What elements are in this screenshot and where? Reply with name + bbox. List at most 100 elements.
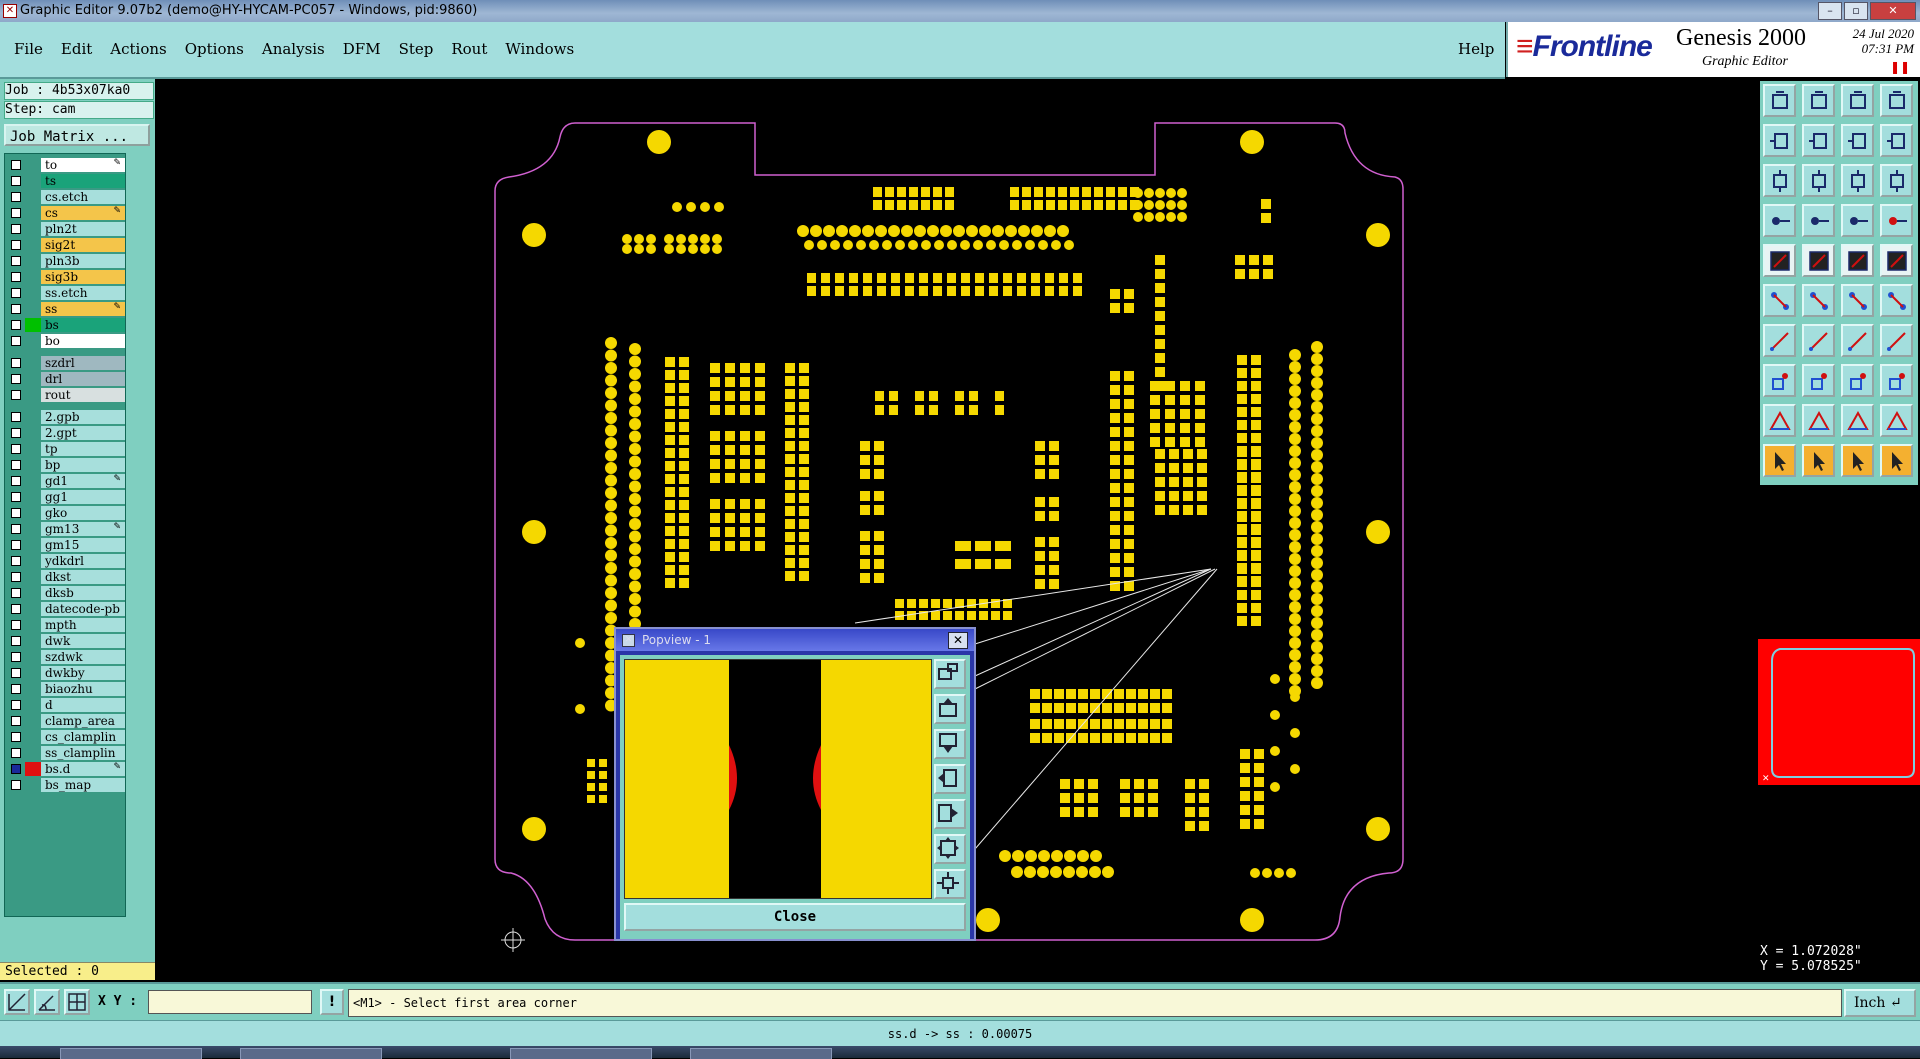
tool-line2-icon[interactable] <box>1802 324 1835 357</box>
layer-checkbox[interactable] <box>11 336 21 346</box>
menu-dfm[interactable]: DFM <box>343 40 381 58</box>
layer-checkbox[interactable] <box>11 684 21 694</box>
tool-delete-icon[interactable] <box>1802 284 1835 317</box>
popview-pan-down-button[interactable] <box>934 729 966 759</box>
layer-checkbox[interactable] <box>11 652 21 662</box>
layer-name[interactable]: pln3b <box>41 254 125 268</box>
layer-row[interactable]: mpth <box>5 618 125 632</box>
layer-name[interactable]: cs.etch <box>41 190 125 204</box>
layer-checkbox[interactable] <box>11 224 21 234</box>
layer-checkbox[interactable] <box>11 428 21 438</box>
tool-text-icon[interactable] <box>1802 404 1835 437</box>
layer-name[interactable]: sig2t <box>41 238 125 252</box>
tool-link-icon[interactable] <box>1880 284 1913 317</box>
layer-checkbox[interactable] <box>11 604 21 614</box>
popview-close-icon[interactable]: ✕ <box>948 632 968 649</box>
layer-checkbox[interactable] <box>11 764 21 774</box>
menu-windows[interactable]: Windows <box>505 40 574 58</box>
layer-name[interactable]: gg1 <box>41 490 125 504</box>
layer-checkbox[interactable] <box>11 256 21 266</box>
tool-resize-icon[interactable] <box>1841 364 1874 397</box>
layer-name[interactable]: gm13 <box>41 522 125 536</box>
layer-name[interactable]: drl <box>41 372 125 386</box>
layer-name[interactable]: d <box>41 698 125 712</box>
layer-checkbox[interactable] <box>11 780 21 790</box>
layer-checkbox[interactable] <box>11 556 21 566</box>
layer-name[interactable]: tp <box>41 442 125 456</box>
tool-redo-icon[interactable] <box>1802 124 1835 157</box>
layer-row[interactable]: gm13 ✎ <box>5 522 125 536</box>
layer-name[interactable]: sig3b <box>41 270 125 284</box>
tool-surface-icon[interactable] <box>1841 404 1874 437</box>
menu-options[interactable]: Options <box>185 40 244 58</box>
layer-row[interactable]: 2.gpb <box>5 410 125 424</box>
layer-name[interactable]: bs_map <box>41 778 125 792</box>
layer-row[interactable]: bs_map <box>5 778 125 792</box>
layer-checkbox[interactable] <box>11 716 21 726</box>
layer-checkbox[interactable] <box>11 508 21 518</box>
tool-route-icon[interactable] <box>1880 444 1913 477</box>
layer-checkbox[interactable] <box>11 492 21 502</box>
layer-row[interactable]: drl <box>5 372 125 386</box>
layer-row[interactable]: pln3b <box>5 254 125 268</box>
layer-name[interactable]: ts <box>41 174 125 188</box>
layer-checkbox[interactable] <box>11 288 21 298</box>
layer-name[interactable]: dkst <box>41 570 125 584</box>
tool-pointer-move-icon[interactable] <box>1802 444 1835 477</box>
tool-home-icon[interactable] <box>1841 84 1874 117</box>
layer-row[interactable]: sig2t <box>5 238 125 252</box>
tool-contour-icon[interactable] <box>1880 404 1913 437</box>
layer-row[interactable]: to ✎ <box>5 158 125 172</box>
layer-row[interactable]: gko <box>5 506 125 520</box>
tool-probe-icon[interactable] <box>1802 204 1835 237</box>
layer-name[interactable]: dksb <box>41 586 125 600</box>
tool-dot-icon[interactable] <box>1880 244 1913 277</box>
layer-row[interactable]: datecode-pb <box>5 602 125 616</box>
layer-name[interactable]: clamp_area <box>41 714 125 728</box>
layer-checkbox[interactable] <box>11 620 21 630</box>
tool-layout-icon[interactable] <box>1880 84 1913 117</box>
layer-checkbox[interactable] <box>11 320 21 330</box>
tool-undo-icon[interactable] <box>1763 124 1796 157</box>
menu-file[interactable]: File <box>14 40 43 58</box>
tool-help-icon[interactable] <box>1880 164 1913 197</box>
job-matrix-button[interactable]: Job Matrix ... <box>4 124 150 146</box>
layer-checkbox[interactable] <box>11 668 21 678</box>
layer-checkbox[interactable] <box>11 444 21 454</box>
tool-swap-icon[interactable] <box>1841 124 1874 157</box>
layer-name[interactable]: 2.gpt <box>41 426 125 440</box>
tool-node-icon[interactable] <box>1763 284 1796 317</box>
minimize-icon[interactable]: – <box>1818 2 1842 20</box>
layer-row[interactable]: dwkby <box>5 666 125 680</box>
layer-row[interactable]: bp <box>5 458 125 472</box>
layer-checkbox[interactable] <box>11 524 21 534</box>
layer-name[interactable]: to <box>41 158 125 172</box>
layer-row[interactable]: ss.etch <box>5 286 125 300</box>
layer-name[interactable]: cs_clamplin <box>41 730 125 744</box>
tool-cut-icon[interactable] <box>1802 364 1835 397</box>
layer-row[interactable]: cs_clamplin <box>5 730 125 744</box>
layer-checkbox[interactable] <box>11 412 21 422</box>
snap-mode-button[interactable] <box>4 989 30 1015</box>
layer-checkbox[interactable] <box>11 748 21 758</box>
layer-row[interactable]: clamp_area <box>5 714 125 728</box>
layer-row[interactable]: ss ✎ <box>5 302 125 316</box>
layer-row[interactable]: biaozhu <box>5 682 125 696</box>
layer-checkbox[interactable] <box>11 390 21 400</box>
layer-row[interactable]: cs.etch <box>5 190 125 204</box>
layer-checkbox[interactable] <box>11 272 21 282</box>
tool-line-icon[interactable] <box>1763 324 1796 357</box>
layer-checkbox[interactable] <box>11 732 21 742</box>
tool-select-icon[interactable] <box>1802 244 1835 277</box>
layer-name[interactable]: dwkby <box>41 666 125 680</box>
grid-mode-button[interactable] <box>64 989 90 1015</box>
tool-save-icon[interactable] <box>1802 84 1835 117</box>
layer-row[interactable]: dkst <box>5 570 125 584</box>
layer-checkbox[interactable] <box>11 304 21 314</box>
layer-row[interactable]: bs.d ✎ <box>5 762 125 776</box>
close-icon[interactable]: ✕ <box>1870 2 1916 20</box>
layer-row[interactable]: gm15 <box>5 538 125 552</box>
popview-zoom-out-button[interactable] <box>934 869 966 899</box>
layer-name[interactable]: gko <box>41 506 125 520</box>
maximize-icon[interactable]: ▫ <box>1844 2 1868 20</box>
